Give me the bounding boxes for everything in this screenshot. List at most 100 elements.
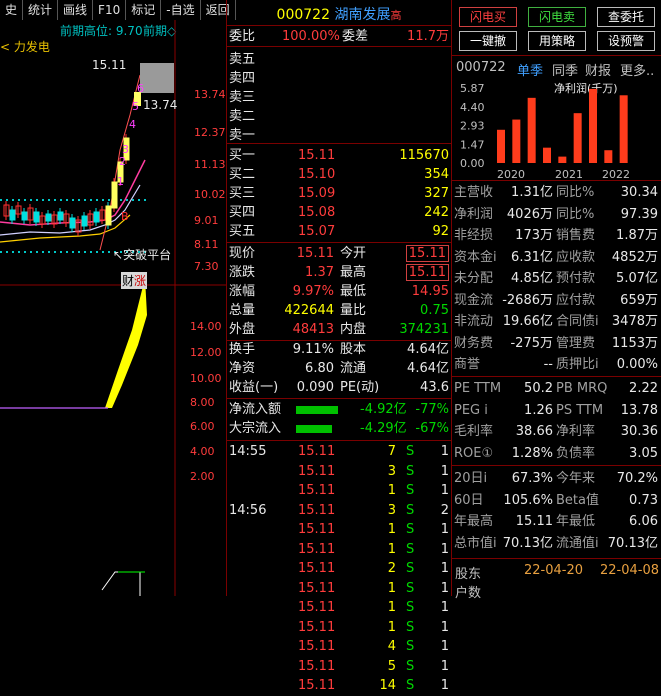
volume-tick: 14.00 [190, 320, 222, 333]
fin-row: 年最高 15.11 年最低 6.06 [454, 514, 658, 529]
tick-row: 15.11 1 S 1 [298, 522, 449, 537]
wave-num-5: 5 [132, 100, 139, 113]
fin-row: 总市值i 70.13亿 流通值i 70.13亿 [454, 535, 658, 551]
mini-bar [512, 119, 521, 163]
mini-x-tick: 2022 [602, 168, 630, 180]
candle-body [45, 213, 52, 222]
tick-row: 15.11 1 S 1 [298, 600, 449, 615]
tick-row: 14:56 15.11 3 S 2 [229, 502, 449, 518]
price-tick: 9.01 [194, 214, 219, 227]
price-tick: 10.02 [194, 188, 226, 201]
mini-y-tick: 0.00 [460, 157, 485, 170]
candle-body [9, 209, 16, 221]
mini-bar [543, 147, 551, 163]
toolbar-button-3[interactable]: F10 [93, 0, 127, 20]
holder-count-label: 户数 [455, 586, 482, 601]
mini-bar [527, 97, 536, 163]
use-strategy-button[interactable]: 用策略 [528, 31, 586, 51]
shareholder-date-2: 22-04-08 [600, 563, 660, 578]
tick-row: 15.11 4 S 1 [298, 639, 449, 654]
tab-more[interactable]: 更多.. [620, 60, 654, 79]
price-tick: 13.74 [194, 88, 226, 101]
mini-bar [619, 95, 628, 163]
stock-title: 000722 湖南发展高 [226, 4, 452, 24]
stock-tag: 高 [390, 9, 402, 22]
tick-row: 15.11 1 S 1 [298, 541, 449, 557]
mini-chart-title: 净利润(千万) [554, 81, 618, 95]
query-order-button[interactable]: 查委托 [597, 7, 655, 27]
fin-row: 净利润 4026万 同比% 97.39 [454, 206, 658, 222]
close-price-label: 13.74 [143, 98, 178, 112]
fin-row: PE TTM 50.2 PB MRQ 2.22 [454, 381, 658, 396]
toolbar-button-4[interactable]: 标记 [126, 0, 162, 20]
weibi-row: 委比 100.00% 委差 11.7万 [229, 29, 449, 44]
fin-row: 非流动 19.66亿 合同债i 3478万 [454, 314, 658, 329]
buy-row[interactable]: 买一 15.11 115670 [226, 146, 452, 166]
mini-x-tick: 2021 [555, 168, 583, 180]
quote-stat-row: 涨幅 9.97% 最低 14.95 [229, 284, 449, 299]
buy-row[interactable]: 买二 15.10 354 [226, 165, 452, 185]
flash-buy-button[interactable]: 闪电买 [459, 7, 517, 27]
volume-tick: 12.00 [190, 346, 222, 359]
fin-tag[interactable]: 财涨 [121, 272, 148, 289]
tick-row: 15.11 5 S 1 [298, 658, 449, 674]
toolbar-button-0[interactable]: 史 [0, 0, 24, 20]
set-alert-button[interactable]: 设预警 [597, 31, 655, 51]
fin-row: 主营收 1.31亿 同比% 30.34 [454, 185, 658, 200]
quote-info-row: 收益(一) 0.090 PE(动) 43.6 [229, 380, 449, 395]
price-tick: 11.13 [194, 158, 226, 171]
sell-row[interactable]: 卖二 [226, 107, 452, 127]
buy-mark: B [121, 210, 129, 223]
toolbar-button-1[interactable]: 统计 [23, 0, 59, 20]
sell-row[interactable]: 卖五 [226, 50, 452, 70]
toolbar-button-5[interactable]: -自选 [161, 0, 201, 20]
breakout-icon: ↖ [113, 248, 124, 262]
tick-row: 15.11 1 S 1 [298, 483, 449, 498]
mini-bar [604, 150, 613, 163]
chart-toolbar: 史统计 画线 F10 标记 -自选 返回 [0, 0, 236, 20]
stock-code: 000722 [276, 7, 330, 23]
shareholder-label: 股东 [455, 567, 482, 582]
money-flow-row: 净流入额 -4.92亿 -77% [229, 402, 449, 417]
quote-stat-row: 总量 422644 量比 0.75 [229, 303, 449, 318]
sell-row[interactable]: 卖三 [226, 88, 452, 108]
wave-num-6: 6 [137, 82, 144, 95]
fin-row: 非经损 173万 销售费 1.87万 [454, 228, 658, 243]
one-key-cancel-button[interactable]: 一键撤 [459, 31, 517, 51]
toolbar-button-2[interactable]: 画线 [58, 0, 94, 20]
flash-sell-button[interactable]: 闪电卖 [528, 7, 586, 27]
quote-info-row: 换手 9.11% 股本 4.64亿 [229, 342, 449, 357]
tab-quarter[interactable]: 单季 [517, 60, 543, 79]
money-flow-row: 大宗流入 -4.29亿 -67% [229, 421, 449, 436]
mini-y-tick: 4.40 [460, 101, 485, 114]
fin-row: ROE① 1.28% 负债率 3.05 [454, 445, 658, 461]
candle-body [21, 211, 28, 221]
fin-row: 现金流 -2686万 应付款 659万 [454, 292, 658, 308]
buy-row[interactable]: 买三 15.09 327 [226, 184, 452, 204]
quote-stat-row: 外盘 48413 内盘 374231 [229, 322, 449, 337]
kline-chart[interactable] [0, 20, 226, 596]
mini-x-tick: 2020 [497, 168, 525, 180]
tab-same-quarter[interactable]: 同季 [552, 60, 578, 79]
flow-bar [296, 406, 338, 414]
sell-row[interactable]: 卖四 [226, 69, 452, 89]
quote-stat-row: 现价 15.11 今开 15.11 [226, 244, 452, 264]
candle-body [81, 215, 88, 227]
buy-row[interactable]: 买四 15.08 242 [226, 203, 452, 223]
sell-row[interactable]: 卖一 [226, 126, 452, 146]
tick-row: 14:55 15.11 7 S 1 [229, 444, 449, 459]
flow-bar [296, 425, 332, 433]
wave-num-2: 2 [119, 155, 126, 168]
high-price-label: 15.11 [92, 58, 127, 72]
candle-body [57, 211, 64, 221]
price-tick: 8.11 [194, 238, 219, 251]
tick-row: 15.11 1 S 1 [298, 619, 449, 635]
tab-report[interactable]: 财报 [585, 60, 611, 79]
volume-tick: 4.00 [190, 445, 215, 458]
candle-body [69, 217, 76, 229]
mini-bar [589, 88, 597, 163]
mini-y-tick: 5.87 [460, 82, 485, 95]
wave-num-4: 4 [129, 118, 136, 131]
buy-row[interactable]: 买五 15.07 92 [226, 222, 452, 242]
quote-info-row: 净资 6.80 流通 4.64亿 [229, 361, 449, 376]
